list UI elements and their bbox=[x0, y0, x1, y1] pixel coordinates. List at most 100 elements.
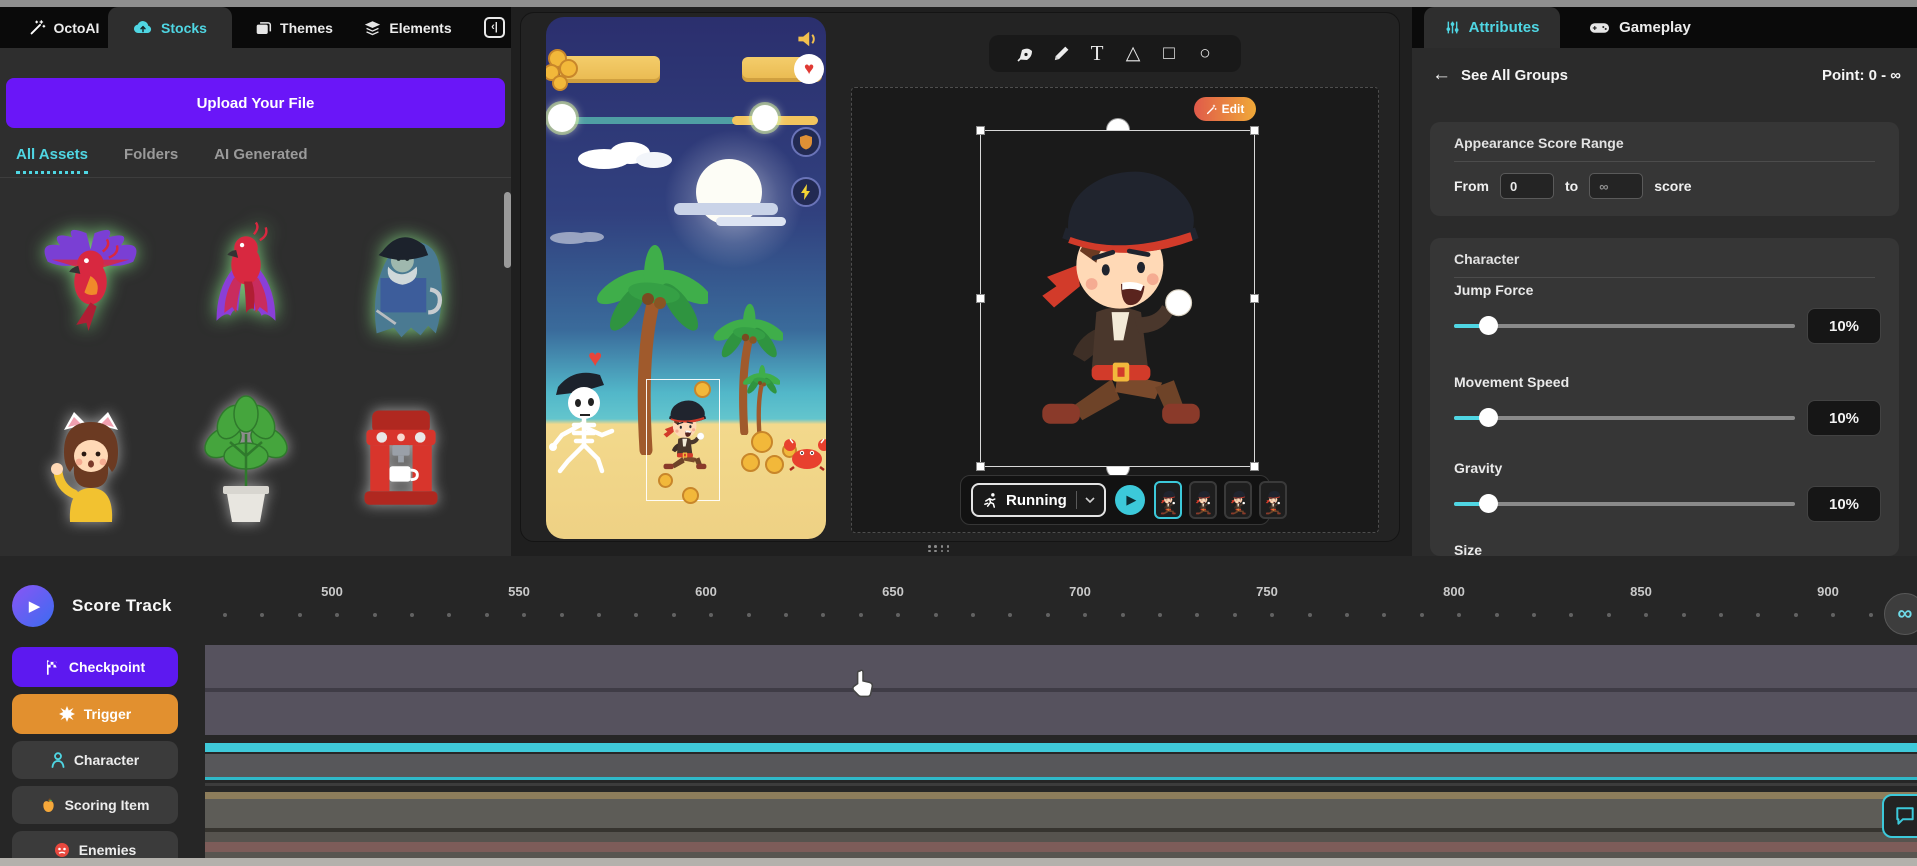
progress-handle bbox=[752, 105, 778, 131]
animation-frame-3[interactable] bbox=[1224, 481, 1252, 519]
slider-handle[interactable] bbox=[1479, 494, 1498, 513]
panel-resize-grip[interactable] bbox=[928, 545, 952, 553]
resize-handle-se[interactable] bbox=[1250, 462, 1259, 471]
ruler-label: 700 bbox=[1069, 584, 1091, 599]
player-character[interactable] bbox=[1000, 136, 1235, 446]
assets-scrollbar[interactable] bbox=[504, 192, 511, 268]
asset-tab-all-assets[interactable]: All Assets bbox=[16, 146, 88, 174]
score-label: score bbox=[1654, 178, 1691, 194]
ruler-tick bbox=[634, 613, 638, 617]
ruler-tick bbox=[1532, 613, 1536, 617]
track-lane[interactable] bbox=[205, 832, 1917, 842]
timeline-button-checkpoint[interactable]: Checkpoint bbox=[12, 647, 178, 687]
resize-handle-ne[interactable] bbox=[1250, 126, 1259, 135]
timeline-play-button[interactable]: ▶ bbox=[12, 585, 54, 627]
slider-value-box[interactable]: 10% bbox=[1807, 486, 1881, 522]
moon-cloud-streak bbox=[716, 217, 786, 226]
track-lane[interactable] bbox=[205, 777, 1917, 780]
asset-filter-tabs: All Assets Folders AI Generated bbox=[0, 146, 511, 178]
upload-file-button[interactable]: Upload Your File bbox=[6, 78, 505, 128]
track-lane[interactable] bbox=[205, 645, 1917, 688]
pen-tool[interactable] bbox=[1013, 42, 1037, 66]
ruler-tick bbox=[1233, 613, 1237, 617]
slider-track[interactable] bbox=[1454, 502, 1795, 506]
timeline-button-scoring-item[interactable]: Scoring Item bbox=[12, 786, 178, 824]
play-animation-button[interactable]: ▶ bbox=[1115, 485, 1145, 515]
ruler-tick bbox=[373, 613, 377, 617]
text-tool[interactable]: T bbox=[1085, 42, 1109, 66]
track-lane[interactable] bbox=[205, 783, 1917, 786]
ruler-label: 900 bbox=[1817, 584, 1839, 599]
chevron-down-icon[interactable] bbox=[1076, 491, 1095, 509]
triangle-tool[interactable]: △ bbox=[1121, 42, 1145, 66]
asset-tab-folders[interactable]: Folders bbox=[124, 146, 178, 171]
animation-frame-2[interactable] bbox=[1189, 481, 1217, 519]
score-from-input[interactable]: 0 bbox=[1500, 173, 1554, 199]
animation-frame-1[interactable] bbox=[1154, 481, 1182, 519]
edit-button-label: Edit bbox=[1222, 102, 1245, 116]
slider-track[interactable] bbox=[1454, 324, 1795, 328]
track-lane[interactable] bbox=[205, 792, 1917, 799]
asset-diving-phoenix[interactable] bbox=[173, 198, 318, 360]
resize-handle-nw[interactable] bbox=[976, 126, 985, 135]
score-to-input[interactable]: ∞ bbox=[1589, 173, 1643, 199]
ellipse-tool[interactable]: ○ bbox=[1193, 42, 1217, 66]
rectangle-tool[interactable]: □ bbox=[1157, 42, 1181, 66]
track-lane[interactable] bbox=[205, 754, 1917, 777]
divider bbox=[1454, 277, 1875, 278]
ruler-tick bbox=[971, 613, 975, 617]
track-lane[interactable] bbox=[205, 743, 1917, 752]
asset-girl-cat-ears[interactable] bbox=[18, 378, 163, 540]
resize-handle-w[interactable] bbox=[976, 294, 985, 303]
asset-tab-ai-generated[interactable]: AI Generated bbox=[214, 146, 307, 171]
animation-select[interactable]: Running bbox=[971, 483, 1106, 517]
character-editor-canvas[interactable]: Edit Running ▶ bbox=[851, 87, 1379, 533]
tab-stocks[interactable]: Stocks bbox=[108, 7, 232, 48]
timeline-button-label: Trigger bbox=[84, 706, 131, 722]
size-section-label: Size bbox=[1454, 542, 1482, 556]
tab-themes[interactable]: Themes bbox=[248, 7, 340, 48]
slider-handle[interactable] bbox=[1479, 408, 1498, 427]
track-lane[interactable] bbox=[205, 842, 1917, 852]
tab-label: Stocks bbox=[161, 20, 207, 36]
collapse-panel-button[interactable]: ‹| bbox=[484, 17, 505, 38]
tab-elements[interactable]: Elements bbox=[356, 7, 460, 48]
slider-track[interactable] bbox=[1454, 416, 1795, 420]
horizontal-scrollbar[interactable] bbox=[0, 858, 1917, 866]
asset-coffee-machine[interactable] bbox=[328, 378, 473, 540]
pencil-tool[interactable] bbox=[1049, 42, 1073, 66]
asset-ghost-pirate[interactable] bbox=[328, 198, 473, 360]
sliders-icon bbox=[1445, 20, 1460, 35]
ruler-tick bbox=[597, 613, 601, 617]
slider-value-box[interactable]: 10% bbox=[1807, 308, 1881, 344]
timeline-button-label: Character bbox=[74, 752, 139, 768]
slider-value-box[interactable]: 10% bbox=[1807, 400, 1881, 436]
resize-handle-e[interactable] bbox=[1250, 294, 1259, 303]
ruler-tick bbox=[672, 613, 676, 617]
tab-gameplay[interactable]: Gameplay bbox=[1574, 7, 1706, 48]
character-card-title: Character bbox=[1454, 251, 1519, 267]
asset-potted-plant[interactable] bbox=[173, 378, 318, 540]
tab-octoai[interactable]: OctoAI bbox=[18, 7, 110, 48]
chat-button[interactable] bbox=[1882, 794, 1917, 838]
cloud bbox=[574, 139, 674, 169]
slider-handle[interactable] bbox=[1479, 316, 1498, 335]
animation-frame-4[interactable] bbox=[1259, 481, 1287, 519]
tab-attributes[interactable]: Attributes bbox=[1424, 7, 1560, 48]
ruler-tick bbox=[1495, 613, 1499, 617]
attributes-panel-body: ← See All Groups Point: 0 - ∞ Appearance… bbox=[1412, 48, 1917, 556]
timeline-button-trigger[interactable]: Trigger bbox=[12, 694, 178, 734]
player-character-preview[interactable] bbox=[652, 387, 716, 479]
ruler-label: 550 bbox=[508, 584, 530, 599]
game-preview[interactable]: ♥ bbox=[546, 17, 826, 539]
timeline-button-character[interactable]: Character bbox=[12, 741, 178, 779]
asset-flying-parrot[interactable] bbox=[18, 198, 163, 360]
ruler-tick bbox=[1308, 613, 1312, 617]
rotate-handle-top[interactable] bbox=[1106, 118, 1130, 130]
see-all-groups-link[interactable]: ← See All Groups bbox=[1432, 64, 1568, 86]
appearance-score-card: Appearance Score Range From 0 to ∞ score bbox=[1430, 122, 1899, 216]
edit-button[interactable]: Edit bbox=[1194, 97, 1256, 121]
track-lane[interactable] bbox=[205, 692, 1917, 735]
resize-handle-sw[interactable] bbox=[976, 462, 985, 471]
track-lane[interactable] bbox=[205, 799, 1917, 828]
